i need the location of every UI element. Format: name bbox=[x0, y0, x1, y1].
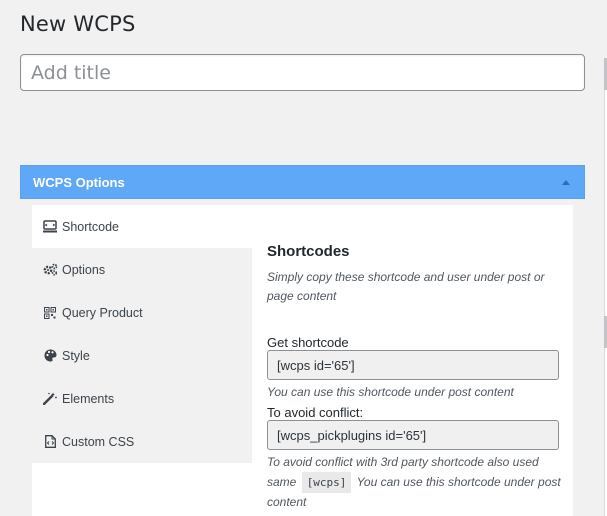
tab-shortcode[interactable]: Shortcode bbox=[32, 205, 252, 248]
avoid-conflict-hint: To avoid conflict with 3rd party shortco… bbox=[267, 453, 567, 512]
options-tabs: Shortcode Options Query Product Style El… bbox=[32, 205, 252, 463]
magic-wand-icon bbox=[42, 391, 58, 407]
title-input[interactable] bbox=[20, 54, 585, 91]
wcps-code-chip: [wcps] bbox=[301, 472, 352, 493]
qrcode-icon bbox=[42, 305, 58, 321]
tab-label: Options bbox=[62, 262, 106, 277]
tab-label: Custom CSS bbox=[62, 434, 135, 449]
shortcode-panel: Shortcodes Simply copy these shortcode a… bbox=[267, 243, 567, 512]
avoid-conflict-label: To avoid conflict: bbox=[267, 405, 364, 420]
tab-label: Style bbox=[62, 348, 90, 363]
get-shortcode-field[interactable] bbox=[267, 350, 559, 380]
metabox-title: WCPS Options bbox=[33, 174, 125, 190]
tab-query-product[interactable]: Query Product bbox=[32, 291, 252, 334]
shortcode-icon bbox=[42, 219, 58, 235]
page-title: New WCPS bbox=[20, 12, 136, 36]
gears-icon bbox=[42, 262, 58, 278]
collapse-toggle-icon[interactable] bbox=[562, 179, 570, 185]
get-shortcode-hint: You can use this shortcode under post co… bbox=[267, 385, 514, 399]
palette-icon bbox=[42, 348, 58, 364]
tab-label: Query Product bbox=[62, 305, 143, 320]
tab-label: Elements bbox=[62, 391, 115, 406]
section-description: Simply copy these shortcode and user und… bbox=[267, 270, 545, 303]
metabox-body: Shortcode Options Query Product Style El… bbox=[32, 205, 573, 516]
section-heading: Shortcodes bbox=[267, 243, 350, 260]
metabox-header[interactable]: WCPS Options bbox=[20, 165, 585, 199]
tab-label: Shortcode bbox=[62, 219, 119, 234]
tab-elements[interactable]: Elements bbox=[32, 377, 252, 420]
get-shortcode-label: Get shortcode bbox=[267, 335, 349, 350]
tab-custom-css[interactable]: Custom CSS bbox=[32, 420, 252, 463]
tab-style[interactable]: Style bbox=[32, 334, 252, 377]
tab-options[interactable]: Options bbox=[32, 248, 252, 291]
avoid-conflict-field[interactable] bbox=[267, 420, 559, 450]
wcps-options-metabox: WCPS Options Shortcode Options Query Pro… bbox=[20, 165, 585, 516]
css-file-icon bbox=[42, 434, 58, 450]
